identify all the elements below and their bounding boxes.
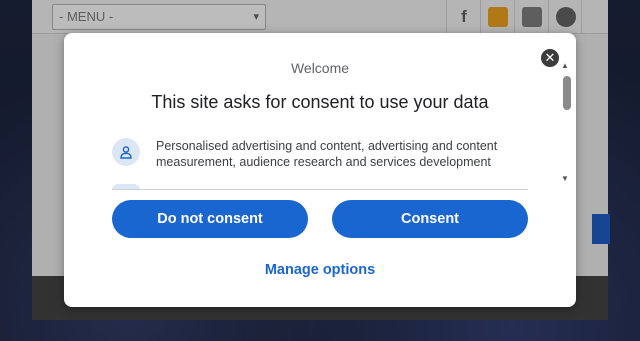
do-not-consent-button[interactable]: Do not consent <box>112 200 308 238</box>
person-icon <box>112 138 140 166</box>
dialog-title: This site asks for consent to use your d… <box>151 92 489 112</box>
scrollbar-thumb[interactable] <box>563 76 571 110</box>
consent-dialog: ✕ Welcome This site asks for consent to … <box>64 33 576 307</box>
scroll-up-arrow[interactable]: ▲ <box>561 61 569 70</box>
purpose-text: Personalised advertising and content, ad… <box>156 139 498 169</box>
purpose-divider <box>112 189 528 190</box>
dialog-welcome: Welcome <box>290 60 350 76</box>
manage-options-link[interactable]: Manage options <box>64 262 576 278</box>
scroll-down-arrow[interactable]: ▼ <box>561 174 569 183</box>
consent-button[interactable]: Consent <box>332 200 528 238</box>
